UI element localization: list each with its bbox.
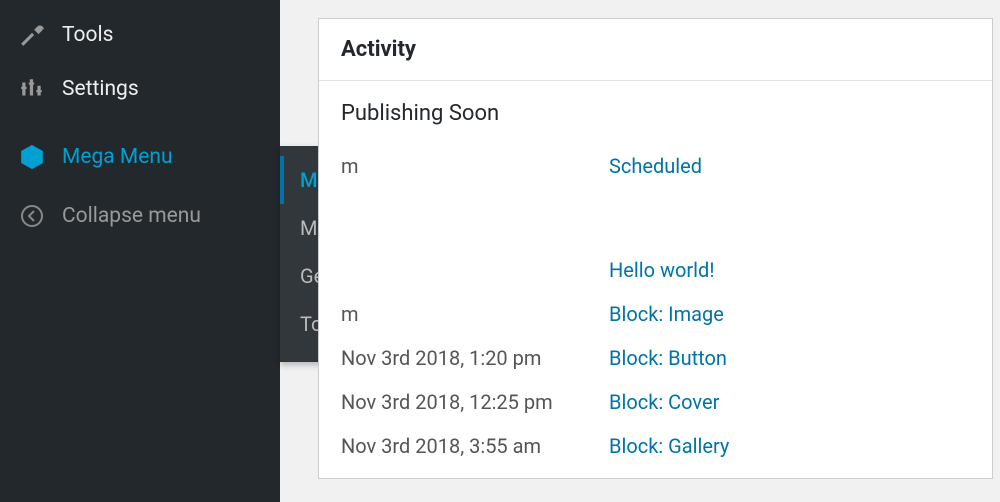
activity-date: Nov 3rd 2018, 1:20 pm [341, 346, 591, 370]
activity-link[interactable]: Block: Button [609, 346, 727, 370]
activity-panel: Activity Publishing Soon m Scheduled Hel… [318, 18, 993, 479]
activity-link[interactable]: Block: Gallery [609, 434, 729, 458]
activity-link[interactable]: Block: Image [609, 302, 724, 326]
wrench-icon [18, 22, 46, 48]
sidebar-item-settings[interactable]: Settings [0, 62, 280, 116]
activity-date: m [341, 302, 591, 326]
activity-date: Nov 3rd 2018, 12:25 pm [341, 390, 591, 414]
activity-date: Nov 3rd 2018, 3:55 am [341, 434, 591, 458]
admin-sidebar: Tools Settings Mega Menu Collapse menu [0, 0, 280, 502]
sidebar-item-collapse[interactable]: Collapse menu [0, 190, 280, 242]
activity-row: Hello world! [341, 188, 970, 292]
sidebar-item-label: Collapse menu [62, 204, 201, 228]
activity-rows: m Scheduled Hello world! m Block: Image … [319, 140, 992, 478]
sidebar-item-label: Tools [62, 23, 113, 47]
panel-subtitle: Publishing Soon [319, 81, 992, 140]
activity-row: Nov 3rd 2018, 1:20 pm Block: Button [341, 336, 970, 380]
sliders-icon [18, 76, 46, 102]
activity-link[interactable]: Scheduled [609, 154, 702, 178]
sidebar-item-mega-menu[interactable]: Mega Menu [0, 130, 280, 184]
activity-row: m Scheduled [341, 144, 970, 188]
activity-date: m [341, 154, 591, 178]
activity-row: Nov 3rd 2018, 3:55 am Block: Gallery [341, 424, 970, 468]
panel-header: Activity [319, 19, 992, 81]
activity-row: m Block: Image [341, 292, 970, 336]
activity-link[interactable]: Hello world! [609, 258, 714, 282]
cube-icon [18, 144, 46, 170]
activity-row: Nov 3rd 2018, 12:25 pm Block: Cover [341, 380, 970, 424]
sidebar-item-label: Settings [62, 77, 139, 101]
activity-link[interactable]: Block: Cover [609, 390, 719, 414]
sidebar-item-label: Mega Menu [62, 145, 173, 169]
sidebar-item-tools[interactable]: Tools [0, 8, 280, 62]
collapse-icon [18, 204, 46, 228]
